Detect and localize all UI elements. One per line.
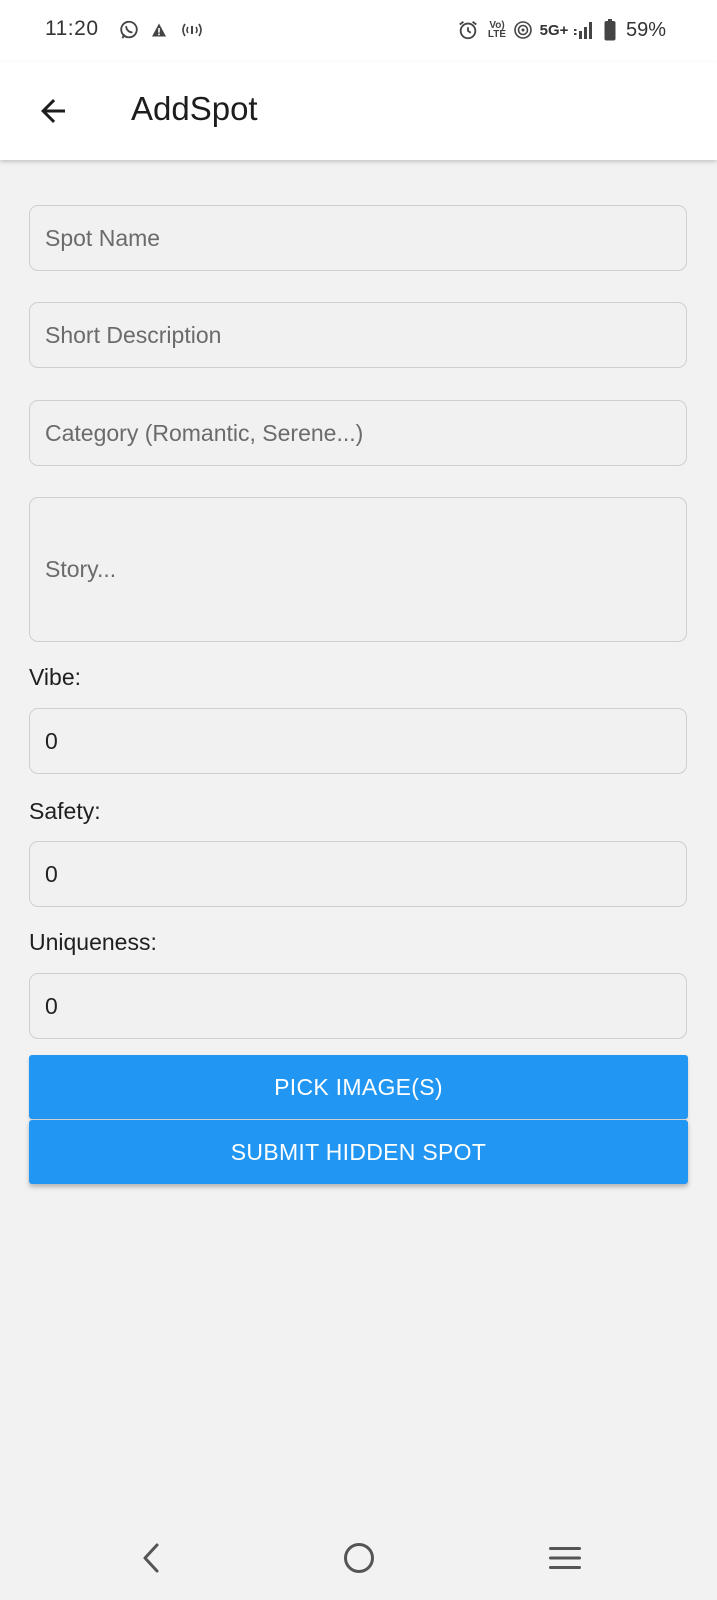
safety-label: Safety: bbox=[29, 798, 101, 824]
hotspot-icon bbox=[178, 18, 206, 42]
safety-input[interactable]: 0 bbox=[29, 841, 687, 907]
battery-icon bbox=[603, 18, 617, 42]
network-type: 5G+ bbox=[539, 21, 569, 39]
signal-icon bbox=[573, 18, 595, 42]
nav-recents-icon bbox=[549, 1547, 581, 1569]
nav-home-icon bbox=[344, 1543, 374, 1573]
story-textarea[interactable]: Story... bbox=[29, 497, 687, 642]
arrow-left-icon bbox=[41, 99, 65, 123]
volte-icon: Vo) LTE bbox=[485, 18, 509, 42]
whatsapp-icon bbox=[117, 18, 141, 42]
alarm-icon bbox=[456, 18, 480, 42]
category-input[interactable]: Category (Romantic, Serene...) bbox=[29, 400, 687, 466]
nav-back-icon bbox=[143, 1543, 159, 1573]
submit-hidden-spot-button[interactable]: SUBMIT HIDDEN SPOT bbox=[29, 1120, 688, 1184]
page-title: AddSpot bbox=[131, 90, 258, 127]
app-bar: AddSpot bbox=[0, 62, 717, 160]
battery-percentage: 59% bbox=[626, 19, 667, 41]
system-nav-bar bbox=[0, 1520, 717, 1600]
back-button[interactable] bbox=[28, 86, 78, 136]
pick-images-button[interactable]: PICK IMAGE(S) bbox=[29, 1055, 688, 1119]
vibe-label: Vibe: bbox=[29, 664, 82, 690]
volte-bottom-text: LTE bbox=[487, 29, 507, 40]
nav-home-button[interactable] bbox=[329, 1528, 389, 1588]
nav-recents-button[interactable] bbox=[535, 1528, 595, 1588]
wifi-calling-icon bbox=[512, 18, 534, 42]
status-time: 11:20 bbox=[45, 17, 99, 40]
vibe-input[interactable]: 0 bbox=[29, 708, 687, 774]
nav-back-button[interactable] bbox=[121, 1528, 181, 1588]
status-bar: 11:20 Vo) LTE 5G+ 59% bbox=[0, 0, 717, 62]
uniqueness-label: Uniqueness: bbox=[29, 929, 157, 955]
spot-name-input[interactable]: Spot Name bbox=[29, 205, 687, 271]
warning-icon bbox=[150, 18, 168, 42]
uniqueness-input[interactable]: 0 bbox=[29, 973, 687, 1039]
short-description-input[interactable]: Short Description bbox=[29, 302, 687, 368]
